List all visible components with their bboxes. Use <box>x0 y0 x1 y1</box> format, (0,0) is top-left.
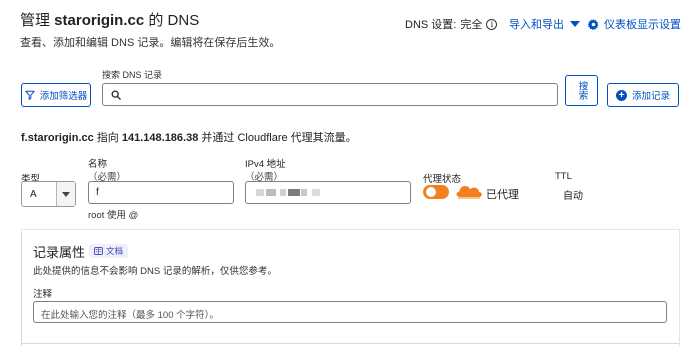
page-subtitle: 查看、添加和编辑 DNS 记录。编辑将在保存后生效。 <box>20 37 281 49</box>
ipv4-label: IPv4 地址 <box>245 159 286 170</box>
proxy-toggle[interactable] <box>423 185 449 199</box>
section-divider <box>21 229 679 230</box>
record-summary: f.starorigin.cc 指向 141.148.186.38 并通过 Cl… <box>21 132 357 144</box>
import-export-dropdown[interactable]: 导入和导出 <box>509 16 580 32</box>
section-border-left <box>21 231 22 346</box>
comment-input[interactable]: 在此处输入您的注释（最多 100 个字符）。 <box>33 301 667 323</box>
search-button[interactable]: 搜索 <box>565 75 598 106</box>
comment-label: 注释 <box>33 289 53 300</box>
docs-link[interactable]: 文档 <box>89 244 129 258</box>
gear-icon <box>588 18 599 30</box>
redacted-block <box>301 189 307 196</box>
add-record-button[interactable]: + 添加记录 <box>607 83 679 107</box>
filter-icon <box>25 90 35 100</box>
redacted-block <box>266 189 276 196</box>
redacted-block <box>256 189 264 196</box>
plus-circle-icon: + <box>615 89 627 101</box>
redacted-block <box>280 189 286 196</box>
record-attributes-description: 此处提供的信息不会影响 DNS 记录的解析，仅供您参考。 <box>33 266 277 277</box>
dashboard-settings-link[interactable]: 仪表板显示设置 <box>588 16 681 32</box>
search-input[interactable] <box>102 83 558 106</box>
caret-down-icon <box>570 21 580 27</box>
add-filter-button[interactable]: 添加筛选器 <box>21 83 91 107</box>
ipv4-input[interactable] <box>245 181 411 204</box>
dns-setting-status: DNS 设置: 完全 i <box>405 16 498 32</box>
type-select[interactable]: A <box>21 181 76 207</box>
type-value: A <box>30 189 37 200</box>
record-attributes-title: 记录属性 <box>33 245 86 260</box>
section-bottom-border <box>21 343 679 344</box>
dns-setting-value: 完全 <box>460 19 483 31</box>
select-arrow-icon <box>56 182 75 206</box>
name-input[interactable]: f <box>88 181 234 204</box>
name-hint: root 使用 @ <box>88 210 139 221</box>
search-icon <box>111 90 121 100</box>
ttl-value: 自动 <box>563 191 583 202</box>
info-icon[interactable]: i <box>486 18 498 30</box>
redacted-block <box>288 189 300 196</box>
name-label: 名称 <box>88 159 108 170</box>
page-title: 管理 starorigin.cc 的 DNS <box>20 12 200 29</box>
domain-name: starorigin.cc <box>54 12 145 29</box>
document-icon <box>94 247 103 255</box>
redacted-block <box>312 189 320 196</box>
cloud-icon <box>456 186 482 199</box>
search-label: 搜索 DNS 记录 <box>102 70 163 80</box>
proxy-status-value: 已代理 <box>486 189 519 201</box>
section-border-right <box>679 229 680 346</box>
ttl-label: TTL <box>555 171 572 182</box>
